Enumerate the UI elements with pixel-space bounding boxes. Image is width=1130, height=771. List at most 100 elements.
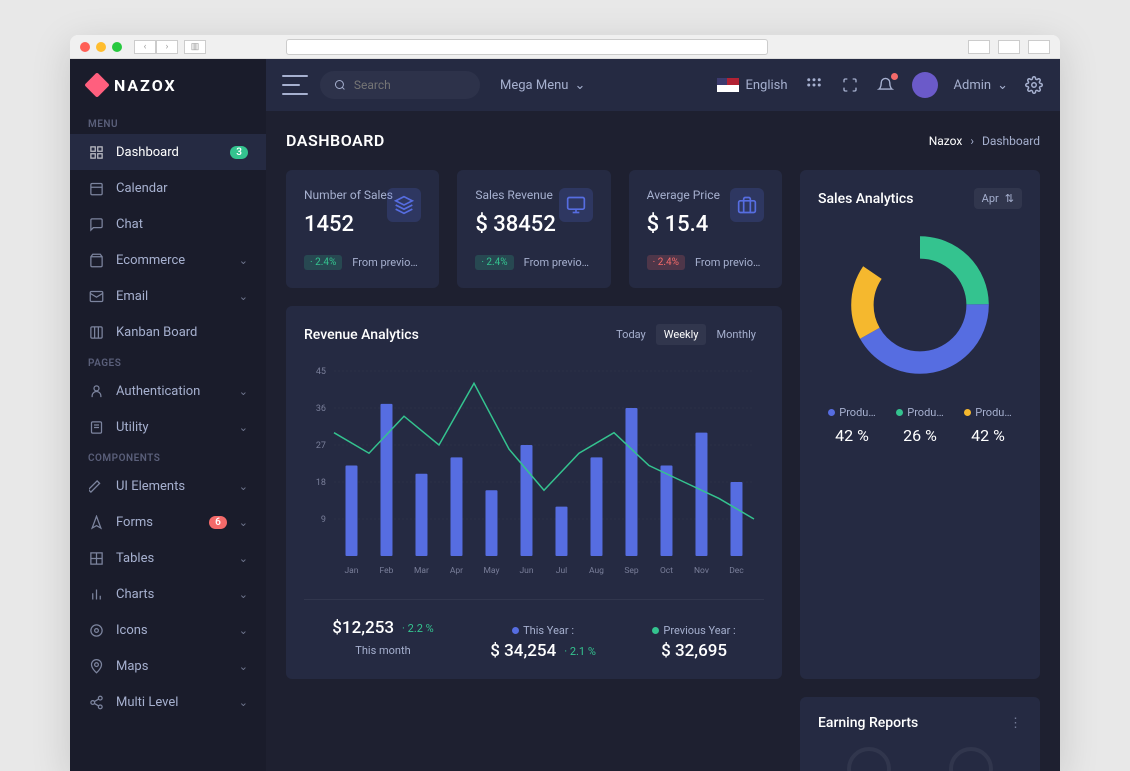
sidebar-item-forms[interactable]: Forms 6 ⌄ xyxy=(70,504,266,540)
pencil-ruler-icon xyxy=(88,478,104,494)
share-button[interactable] xyxy=(968,40,990,54)
tab-weekly[interactable]: Weekly xyxy=(656,324,707,345)
period-select[interactable]: Apr ⇅ xyxy=(974,188,1022,209)
breadcrumb-current: Dashboard xyxy=(982,134,1040,148)
chevron-down-icon: ⌄ xyxy=(239,254,248,267)
card-title: Sales Analytics xyxy=(818,191,913,207)
svg-text:Dec: Dec xyxy=(729,566,744,576)
legend-label: Produ… xyxy=(975,406,1011,419)
sidebar-item-calendar[interactable]: Calendar xyxy=(70,170,266,206)
tab-monthly[interactable]: Monthly xyxy=(708,324,764,345)
sidebar-item-email[interactable]: Email ⌄ xyxy=(70,278,266,314)
briefcase-icon xyxy=(730,188,764,222)
sidebar-item-icons[interactable]: Icons ⌄ xyxy=(70,612,266,648)
summary-value: $ 32,695 xyxy=(661,641,727,661)
mail-icon xyxy=(88,288,104,304)
stat-card-sales: Number of Sales 1452 · 2.4% From previo… xyxy=(286,170,439,288)
logo-icon xyxy=(84,72,109,97)
stat-foot-text: From previo… xyxy=(352,256,417,269)
monthly-ring xyxy=(949,747,993,771)
apps-icon[interactable] xyxy=(804,75,824,95)
share-icon xyxy=(88,694,104,710)
sidebar: NAZOX MENU Dashboard 3 Calendar Chat Eco… xyxy=(70,59,266,771)
chevron-down-icon: ⌄ xyxy=(239,552,248,565)
card-title: Revenue Analytics xyxy=(304,327,419,343)
sidebar-toggle-button[interactable]: ▥ xyxy=(184,40,206,54)
card-title: Earning Reports xyxy=(818,715,918,731)
svg-text:Nov: Nov xyxy=(694,566,709,576)
tab-today[interactable]: Today xyxy=(608,324,654,345)
new-tab-button[interactable] xyxy=(1028,40,1050,54)
search-input[interactable] xyxy=(354,78,466,92)
notifications-icon[interactable] xyxy=(876,75,896,95)
weekly-ring xyxy=(847,747,891,771)
sidebar-item-tables[interactable]: Tables ⌄ xyxy=(70,540,266,576)
summary-value: $12,253 xyxy=(332,618,394,638)
search-box[interactable] xyxy=(320,71,480,99)
svg-text:May: May xyxy=(484,566,500,576)
svg-text:18: 18 xyxy=(316,478,326,488)
sidebar-item-label: Forms xyxy=(116,515,197,530)
mega-menu-dropdown[interactable]: Mega Menu ⌄ xyxy=(500,78,585,93)
chevron-down-icon: ⌄ xyxy=(239,290,248,303)
svg-text:Sep: Sep xyxy=(624,566,639,576)
legend-label: Produ… xyxy=(907,406,943,419)
home-icon xyxy=(88,144,104,160)
legend-dot xyxy=(512,627,519,634)
menu-heading: MENU xyxy=(70,111,266,134)
more-icon[interactable]: ⋮ xyxy=(1009,716,1022,731)
sidebar-item-ui[interactable]: UI Elements ⌄ xyxy=(70,468,266,504)
sidebar-item-dashboard[interactable]: Dashboard 3 xyxy=(70,134,266,170)
sidebar-item-label: UI Elements xyxy=(116,479,227,494)
table-icon xyxy=(88,550,104,566)
sidebar-item-maps[interactable]: Maps ⌄ xyxy=(70,648,266,684)
close-window-dot[interactable] xyxy=(80,42,90,52)
fullscreen-icon[interactable] xyxy=(840,75,860,95)
earning-reports-card: Earning Reports ⋮ Weekly Earnings $2,523 xyxy=(800,697,1040,771)
summary-year: This Year : $ 34,254· 2.1 % xyxy=(490,618,596,661)
components-heading: COMPONENTS xyxy=(70,445,266,468)
sidebar-item-label: Chat xyxy=(116,217,248,232)
sidebar-item-multi[interactable]: Multi Level ⌄ xyxy=(70,684,266,720)
hamburger-toggle[interactable] xyxy=(282,75,308,95)
avatar[interactable] xyxy=(912,72,938,98)
sidebar-item-label: Kanban Board xyxy=(116,325,248,340)
forward-button[interactable]: › xyxy=(156,40,178,54)
sidebar-item-utility[interactable]: Utility ⌄ xyxy=(70,409,266,445)
logo[interactable]: NAZOX xyxy=(70,59,266,111)
legend-item: Produ… 42 % xyxy=(818,405,886,445)
svg-text:Apr: Apr xyxy=(450,566,463,576)
sidebar-item-label: Dashboard xyxy=(116,145,218,160)
breadcrumb-sep: › xyxy=(970,134,974,148)
summary-prev-year: Previous Year : $ 32,695 xyxy=(652,618,735,661)
forms-icon xyxy=(88,514,104,530)
stat-badge: · 2.4% xyxy=(475,255,513,270)
sidebar-item-chat[interactable]: Chat xyxy=(70,206,266,242)
sidebar-item-label: Email xyxy=(116,289,227,304)
sidebar-item-auth[interactable]: Authentication ⌄ xyxy=(70,373,266,409)
legend-item: Produ… 26 % xyxy=(886,405,954,445)
legend-label: Produ… xyxy=(839,406,875,419)
legend-dot xyxy=(652,627,659,634)
language-selector[interactable]: English xyxy=(717,78,787,93)
gear-icon[interactable] xyxy=(1024,75,1044,95)
svg-text:Jul: Jul xyxy=(556,566,567,576)
forms-badge: 6 xyxy=(209,516,227,529)
chevron-updown-icon: ⇅ xyxy=(1005,192,1014,205)
breadcrumb-home[interactable]: Nazox xyxy=(929,134,963,148)
sidebar-item-ecommerce[interactable]: Ecommerce ⌄ xyxy=(70,242,266,278)
legend-value: 26 % xyxy=(886,426,954,445)
sidebar-item-charts[interactable]: Charts ⌄ xyxy=(70,576,266,612)
sidebar-item-kanban[interactable]: Kanban Board xyxy=(70,314,266,350)
svg-text:Jun: Jun xyxy=(519,566,533,576)
url-bar[interactable] xyxy=(286,39,768,55)
maximize-window-dot[interactable] xyxy=(112,42,122,52)
back-button[interactable]: ‹ xyxy=(134,40,156,54)
shopping-bag-icon xyxy=(88,252,104,268)
sidebar-item-label: Icons xyxy=(116,623,227,638)
admin-dropdown[interactable]: Admin ⌄ xyxy=(954,78,1008,93)
chevron-down-icon: ⌄ xyxy=(574,78,585,93)
minimize-window-dot[interactable] xyxy=(96,42,106,52)
copy-button[interactable] xyxy=(998,40,1020,54)
legend-value: 42 % xyxy=(954,426,1022,445)
